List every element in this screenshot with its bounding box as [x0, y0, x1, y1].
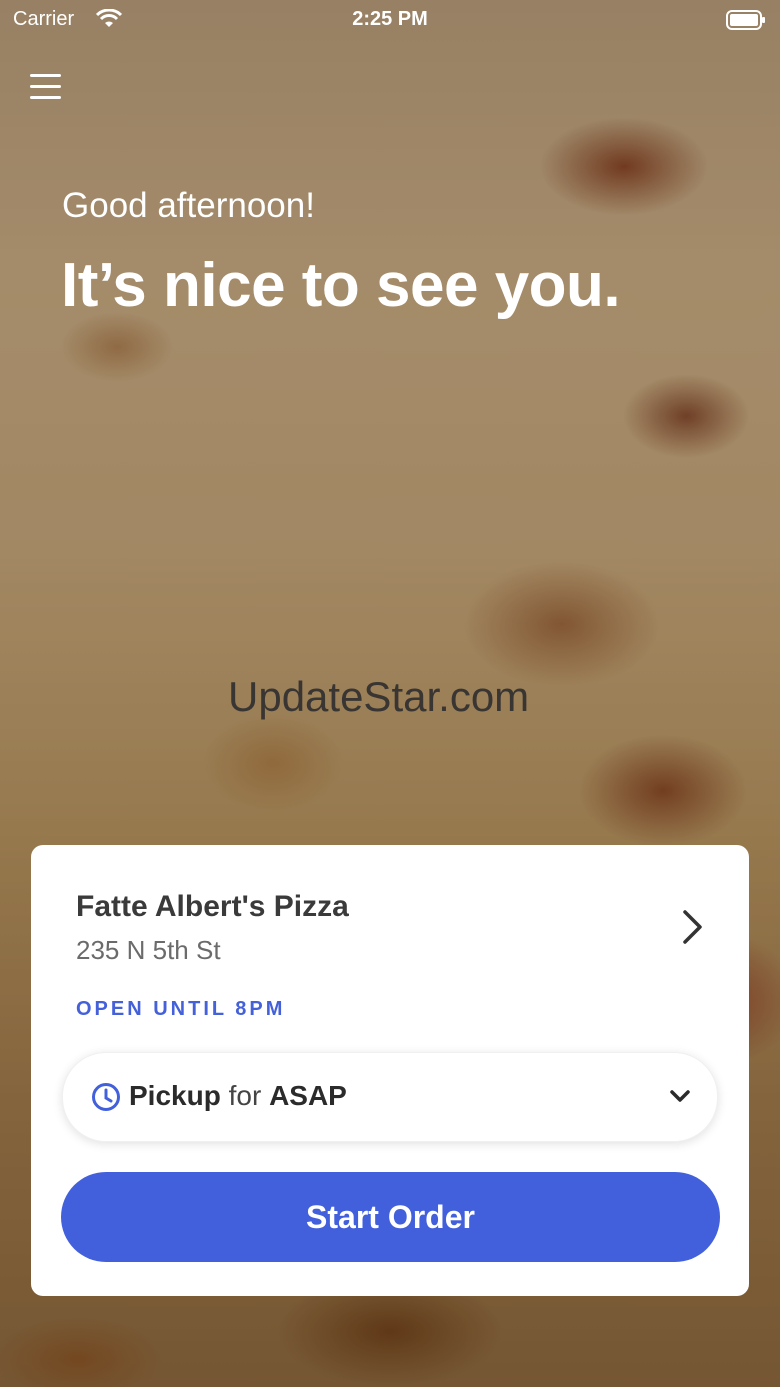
battery-icon — [726, 10, 765, 30]
store-name[interactable]: Fatte Albert's Pizza — [76, 890, 349, 924]
pickup-summary: Pickup for ASAP — [129, 1080, 347, 1112]
welcome-headline: It’s nice to see you. — [61, 251, 621, 320]
store-address: 235 N 5th St — [76, 935, 221, 965]
hamburger-menu-icon[interactable] — [30, 74, 62, 104]
status-time: 2:25 PM — [352, 8, 428, 30]
pickup-mode: Pickup — [129, 1080, 221, 1111]
greeting-text: Good afternoon! — [62, 186, 315, 225]
store-card: Fatte Albert's Pizza 235 N 5th St OPEN U… — [31, 845, 749, 1296]
pickup-time-selector[interactable]: Pickup for ASAP — [62, 1052, 718, 1142]
chevron-right-icon[interactable] — [681, 909, 705, 945]
chevron-down-icon — [670, 1090, 690, 1102]
start-order-button[interactable]: Start Order — [61, 1172, 720, 1262]
pickup-connector: for — [228, 1080, 262, 1111]
store-hours-status: OPEN UNTIL 8PM — [76, 998, 286, 1020]
status-bar: Carrier 2:25 PM — [0, 0, 780, 40]
pickup-time: ASAP — [269, 1080, 347, 1111]
watermark-text: UpdateStar.com — [228, 673, 530, 720]
clock-icon — [92, 1083, 120, 1111]
